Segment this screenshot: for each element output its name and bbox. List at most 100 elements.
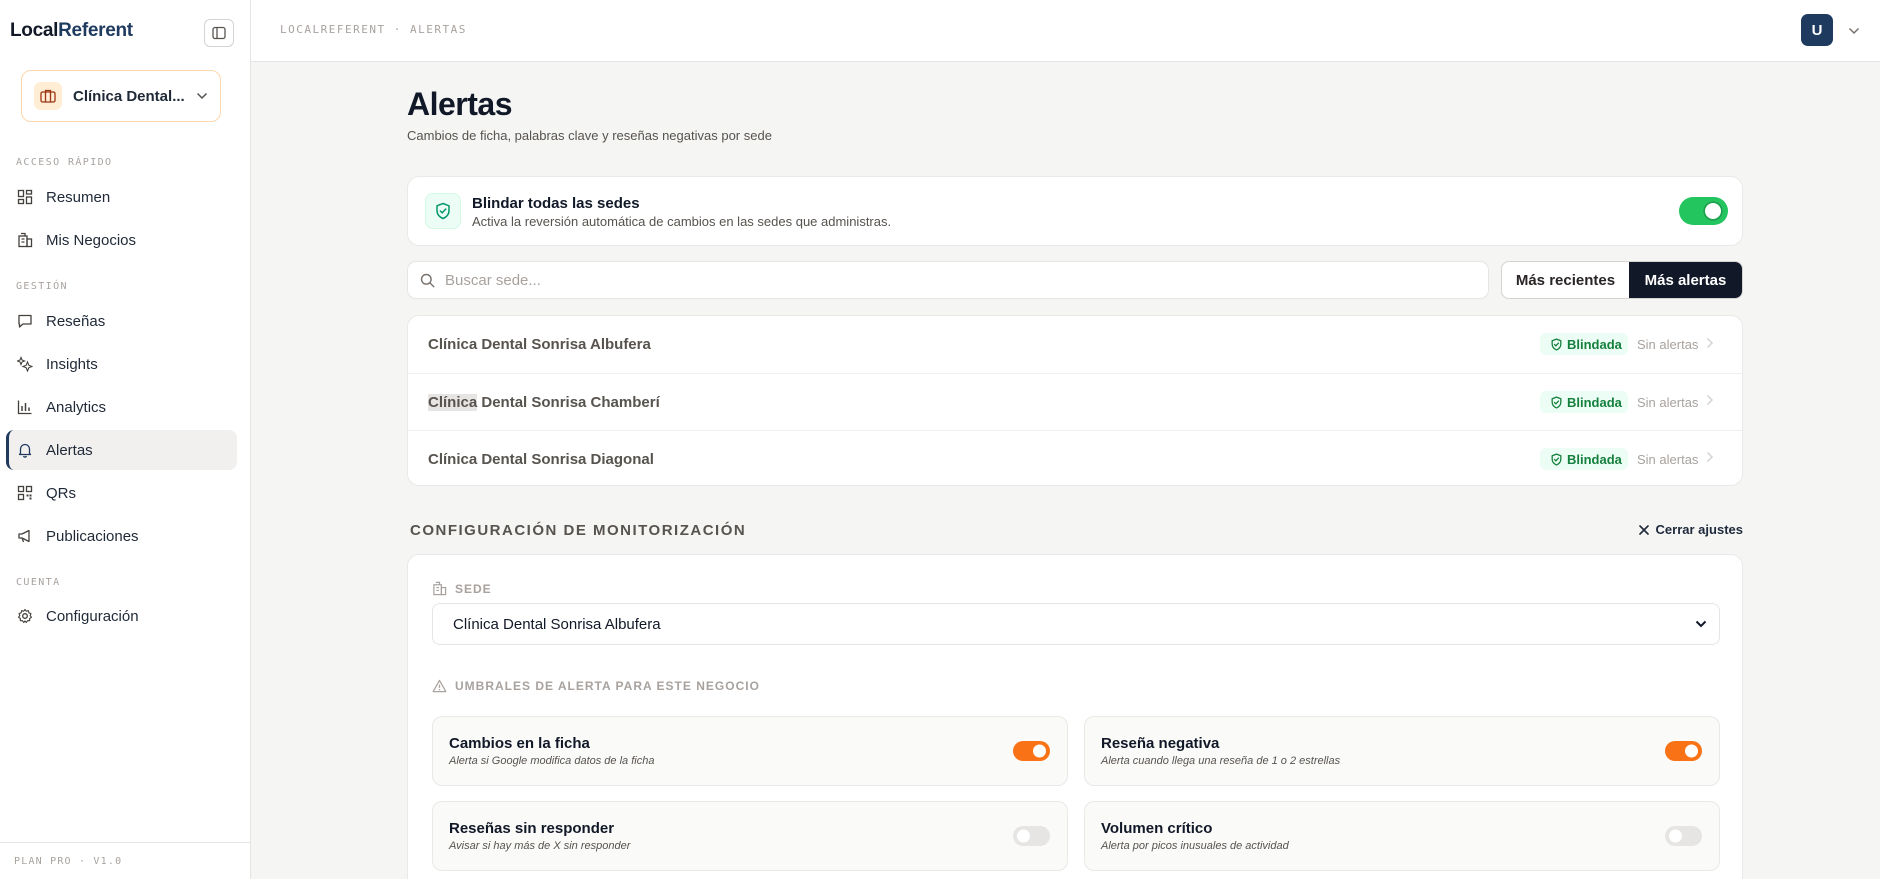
chevron-right-icon — [1706, 393, 1714, 411]
qr-code-icon — [16, 484, 34, 502]
sidebar-item-label: Resumen — [46, 188, 111, 206]
alert-setting-card: Cambios en la ficha Alerta si Google mod… — [432, 716, 1068, 786]
page-title: Alertas — [407, 86, 513, 122]
chevron-down-icon[interactable] — [1848, 22, 1860, 40]
avatar[interactable]: U — [1801, 14, 1833, 46]
location-row[interactable]: Clínica Dental Sonrisa Albufera Blindada… — [408, 316, 1742, 373]
sidebar-item-publicaciones[interactable]: Publicaciones — [6, 516, 237, 556]
toggle-knob — [1703, 201, 1723, 221]
location-name-rest: Dental Sonrisa Chamberí — [477, 393, 660, 411]
close-settings-button[interactable]: Cerrar ajustes — [1638, 522, 1743, 537]
business-name: Clínica Dental... — [73, 87, 185, 105]
sidebar-item-label: Publicaciones — [46, 527, 139, 545]
badge-label: Blindada — [1567, 451, 1622, 467]
chevron-down-icon — [196, 92, 208, 100]
nav-section-manage: GESTIÓN — [16, 281, 68, 292]
status-badge: Blindada — [1540, 333, 1628, 355]
badge-label: Blindada — [1567, 394, 1622, 410]
sidebar-item-analytics[interactable]: Analytics — [6, 387, 237, 427]
sidebar-item-mis-negocios[interactable]: Mis Negocios — [6, 220, 237, 260]
alert-toggle[interactable] — [1013, 741, 1050, 761]
sidebar-item-resenas[interactable]: Reseñas — [6, 301, 237, 341]
alert-setting-title: Cambios en la ficha — [449, 735, 590, 752]
shield-all-card: Blindar todas las sedes Activa la revers… — [407, 176, 1743, 246]
sidebar-item-insights[interactable]: Insights — [6, 344, 237, 384]
sort-most-alerts-button[interactable]: Más alertas — [1628, 262, 1742, 298]
status-badge: Blindada — [1540, 448, 1628, 470]
sidebar-item-resumen[interactable]: Resumen — [6, 177, 237, 217]
app-logo[interactable]: LocalReferent — [10, 20, 133, 42]
alert-setting-description: Alerta cuando llega una reseña de 1 o 2 … — [1101, 755, 1341, 767]
sede-label-text: SEDE — [455, 581, 492, 596]
message-icon — [16, 312, 34, 330]
alert-setting-card: Volumen crítico Alerta por picos inusual… — [1084, 801, 1720, 871]
monitoring-config-card: SEDE Clínica Dental Sonrisa Albufera UMB… — [407, 554, 1743, 879]
location-row[interactable]: Clínica Dental Sonrisa Chamberí Blindada… — [408, 373, 1742, 430]
chevron-right-icon — [1706, 450, 1714, 468]
nav-section-quick: ACCESO RÁPIDO — [16, 157, 113, 168]
location-name: Clínica Dental Sonrisa Diagonal — [428, 450, 654, 468]
alert-setting-description: Avisar si hay más de X sin responder — [449, 840, 631, 852]
sidebar-item-label: Mis Negocios — [46, 231, 137, 249]
alert-toggle[interactable] — [1665, 826, 1702, 846]
location-row[interactable]: Clínica Dental Sonrisa Diagonal Blindada… — [408, 430, 1742, 485]
alert-status: Sin alertas — [1637, 394, 1699, 410]
sparkles-icon — [16, 355, 34, 373]
shield-check-icon — [1551, 337, 1562, 351]
sidebar-item-alertas[interactable]: Alertas — [6, 430, 237, 470]
sede-label: SEDE — [432, 581, 492, 596]
highlighted-text: Clínica — [428, 393, 478, 411]
sede-select-value: Clínica Dental Sonrisa Albufera — [453, 615, 661, 633]
panel-left-icon — [212, 26, 226, 40]
toggle-knob — [1017, 829, 1030, 843]
alert-setting-title: Reseñas sin responder — [449, 820, 615, 837]
alert-status: Sin alertas — [1637, 451, 1699, 467]
status-badge: Blindada — [1540, 391, 1628, 413]
sede-select[interactable]: Clínica Dental Sonrisa Albufera — [432, 603, 1720, 645]
logo-local-text: Local — [10, 20, 59, 41]
shield-all-description: Activa la reversión automática de cambio… — [472, 214, 892, 229]
sidebar-item-label: Insights — [46, 355, 98, 373]
toggle-knob — [1033, 744, 1046, 758]
sidebar-item-label: Configuración — [46, 607, 139, 625]
sidebar: LocalReferent Clínica Dental... ACCESO R… — [0, 0, 251, 879]
shield-all-toggle[interactable] — [1679, 197, 1728, 225]
nav-section-account: CUENTA — [16, 577, 61, 588]
sidebar-item-qrs[interactable]: QRs — [6, 473, 237, 513]
top-bar: LOCALREFERENT · ALERTAS U — [251, 0, 1880, 62]
sort-toggle: Más recientes Más alertas — [1501, 261, 1743, 299]
close-settings-label: Cerrar ajustes — [1655, 522, 1743, 537]
sort-recent-button[interactable]: Más recientes — [1502, 262, 1629, 298]
alert-setting-card: Reseñas sin responder Avisar si hay más … — [432, 801, 1068, 871]
alert-setting-title: Reseña negativa — [1101, 735, 1220, 752]
shield-check-icon — [1551, 452, 1562, 466]
badge-label: Blindada — [1567, 336, 1622, 352]
business-selector[interactable]: Clínica Dental... — [21, 70, 221, 122]
alert-toggle[interactable] — [1665, 741, 1702, 761]
toggle-knob — [1669, 829, 1682, 843]
megaphone-icon — [16, 527, 34, 545]
sidebar-item-label: Alertas — [46, 441, 93, 459]
building-icon — [34, 82, 62, 110]
search-input[interactable] — [445, 271, 1345, 289]
building-icon — [16, 231, 34, 249]
alert-toggle[interactable] — [1013, 826, 1050, 846]
close-icon — [1638, 524, 1649, 535]
location-name: Clínica Dental Sonrisa Albufera — [428, 336, 651, 353]
search-bar — [407, 261, 1489, 299]
bell-icon — [16, 441, 34, 459]
shield-check-icon — [425, 193, 461, 229]
thresholds-label-text: UMBRALES DE ALERTA PARA ESTE NEGOCIO — [455, 679, 760, 693]
sidebar-collapse-button[interactable] — [204, 19, 234, 47]
sidebar-item-label: Analytics — [46, 398, 107, 416]
alert-setting-title: Volumen crítico — [1101, 820, 1213, 837]
shield-check-icon — [1551, 395, 1562, 409]
sidebar-item-label: Reseñas — [46, 312, 106, 330]
alert-setting-card: Reseña negativa Alerta cuando llega una … — [1084, 716, 1720, 786]
sidebar-item-configuracion[interactable]: Configuración — [6, 596, 237, 636]
config-section-title: CONFIGURACIÓN DE MONITORIZACIÓN — [410, 522, 747, 539]
gear-icon — [16, 607, 34, 625]
building-icon — [433, 581, 447, 596]
sidebar-item-label: QRs — [46, 484, 76, 502]
alert-setting-description: Alerta si Google modifica datos de la fi… — [449, 755, 655, 767]
